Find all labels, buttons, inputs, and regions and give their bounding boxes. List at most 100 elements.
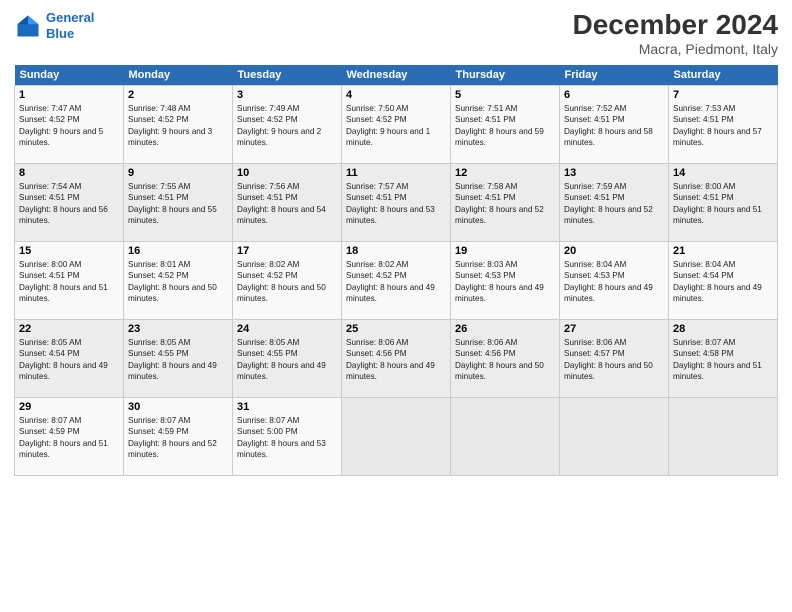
day-number: 26 [455, 323, 555, 335]
col-saturday: Saturday [669, 65, 778, 86]
day-info: Sunrise: 8:07 AMSunset: 5:00 PMDaylight:… [237, 416, 326, 459]
table-row: 22 Sunrise: 8:05 AMSunset: 4:54 PMDaylig… [15, 319, 124, 397]
table-row: 16 Sunrise: 8:01 AMSunset: 4:52 PMDaylig… [124, 241, 233, 319]
calendar-body: 1 Sunrise: 7:47 AMSunset: 4:52 PMDayligh… [15, 85, 778, 475]
day-number: 1 [19, 89, 119, 101]
day-number: 6 [564, 89, 664, 101]
day-number: 31 [237, 401, 337, 413]
day-number: 13 [564, 167, 664, 179]
col-wednesday: Wednesday [342, 65, 451, 86]
day-info: Sunrise: 8:02 AMSunset: 4:52 PMDaylight:… [237, 260, 326, 303]
table-row: 23 Sunrise: 8:05 AMSunset: 4:55 PMDaylig… [124, 319, 233, 397]
table-row: 9 Sunrise: 7:55 AMSunset: 4:51 PMDayligh… [124, 163, 233, 241]
calendar-week-row: 1 Sunrise: 7:47 AMSunset: 4:52 PMDayligh… [15, 85, 778, 163]
day-info: Sunrise: 7:51 AMSunset: 4:51 PMDaylight:… [455, 104, 544, 147]
day-number: 22 [19, 323, 119, 335]
table-row: 30 Sunrise: 8:07 AMSunset: 4:59 PMDaylig… [124, 397, 233, 475]
day-number: 17 [237, 245, 337, 257]
day-info: Sunrise: 8:06 AMSunset: 4:56 PMDaylight:… [455, 338, 544, 381]
day-info: Sunrise: 8:07 AMSunset: 4:59 PMDaylight:… [19, 416, 108, 459]
table-row: 5 Sunrise: 7:51 AMSunset: 4:51 PMDayligh… [451, 85, 560, 163]
table-row: 4 Sunrise: 7:50 AMSunset: 4:52 PMDayligh… [342, 85, 451, 163]
title-block: December 2024 Macra, Piedmont, Italy [573, 10, 778, 57]
day-info: Sunrise: 8:01 AMSunset: 4:52 PMDaylight:… [128, 260, 217, 303]
table-row [342, 397, 451, 475]
page-container: General Blue December 2024 Macra, Piedmo… [0, 0, 792, 482]
logo-general: General [46, 10, 94, 25]
table-row: 24 Sunrise: 8:05 AMSunset: 4:55 PMDaylig… [233, 319, 342, 397]
table-row: 27 Sunrise: 8:06 AMSunset: 4:57 PMDaylig… [560, 319, 669, 397]
day-info: Sunrise: 8:04 AMSunset: 4:54 PMDaylight:… [673, 260, 762, 303]
day-number: 16 [128, 245, 228, 257]
day-info: Sunrise: 7:55 AMSunset: 4:51 PMDaylight:… [128, 182, 217, 225]
day-info: Sunrise: 8:03 AMSunset: 4:53 PMDaylight:… [455, 260, 544, 303]
day-number: 27 [564, 323, 664, 335]
table-row: 25 Sunrise: 8:06 AMSunset: 4:56 PMDaylig… [342, 319, 451, 397]
day-info: Sunrise: 8:00 AMSunset: 4:51 PMDaylight:… [673, 182, 762, 225]
day-number: 9 [128, 167, 228, 179]
table-row: 15 Sunrise: 8:00 AMSunset: 4:51 PMDaylig… [15, 241, 124, 319]
day-info: Sunrise: 7:54 AMSunset: 4:51 PMDaylight:… [19, 182, 108, 225]
col-sunday: Sunday [15, 65, 124, 86]
day-info: Sunrise: 7:53 AMSunset: 4:51 PMDaylight:… [673, 104, 762, 147]
logo-text: General Blue [46, 10, 94, 41]
day-info: Sunrise: 8:05 AMSunset: 4:55 PMDaylight:… [237, 338, 326, 381]
day-info: Sunrise: 8:07 AMSunset: 4:59 PMDaylight:… [128, 416, 217, 459]
day-info: Sunrise: 7:52 AMSunset: 4:51 PMDaylight:… [564, 104, 653, 147]
table-row: 14 Sunrise: 8:00 AMSunset: 4:51 PMDaylig… [669, 163, 778, 241]
day-number: 8 [19, 167, 119, 179]
day-number: 2 [128, 89, 228, 101]
day-info: Sunrise: 7:49 AMSunset: 4:52 PMDaylight:… [237, 104, 321, 147]
col-thursday: Thursday [451, 65, 560, 86]
table-row: 31 Sunrise: 8:07 AMSunset: 5:00 PMDaylig… [233, 397, 342, 475]
day-info: Sunrise: 7:58 AMSunset: 4:51 PMDaylight:… [455, 182, 544, 225]
table-row: 1 Sunrise: 7:47 AMSunset: 4:52 PMDayligh… [15, 85, 124, 163]
day-info: Sunrise: 8:06 AMSunset: 4:56 PMDaylight:… [346, 338, 435, 381]
day-number: 29 [19, 401, 119, 413]
table-row: 7 Sunrise: 7:53 AMSunset: 4:51 PMDayligh… [669, 85, 778, 163]
day-number: 15 [19, 245, 119, 257]
col-monday: Monday [124, 65, 233, 86]
table-row: 11 Sunrise: 7:57 AMSunset: 4:51 PMDaylig… [342, 163, 451, 241]
day-info: Sunrise: 7:47 AMSunset: 4:52 PMDaylight:… [19, 104, 103, 147]
day-number: 19 [455, 245, 555, 257]
day-number: 28 [673, 323, 773, 335]
header: General Blue December 2024 Macra, Piedmo… [14, 10, 778, 57]
table-row: 8 Sunrise: 7:54 AMSunset: 4:51 PMDayligh… [15, 163, 124, 241]
day-number: 23 [128, 323, 228, 335]
table-row: 10 Sunrise: 7:56 AMSunset: 4:51 PMDaylig… [233, 163, 342, 241]
table-row: 21 Sunrise: 8:04 AMSunset: 4:54 PMDaylig… [669, 241, 778, 319]
table-row: 26 Sunrise: 8:06 AMSunset: 4:56 PMDaylig… [451, 319, 560, 397]
day-info: Sunrise: 8:04 AMSunset: 4:53 PMDaylight:… [564, 260, 653, 303]
table-row: 18 Sunrise: 8:02 AMSunset: 4:52 PMDaylig… [342, 241, 451, 319]
day-number: 12 [455, 167, 555, 179]
day-number: 21 [673, 245, 773, 257]
table-row: 2 Sunrise: 7:48 AMSunset: 4:52 PMDayligh… [124, 85, 233, 163]
table-row: 12 Sunrise: 7:58 AMSunset: 4:51 PMDaylig… [451, 163, 560, 241]
day-number: 4 [346, 89, 446, 101]
logo-blue: Blue [46, 26, 74, 41]
day-number: 24 [237, 323, 337, 335]
day-info: Sunrise: 7:59 AMSunset: 4:51 PMDaylight:… [564, 182, 653, 225]
day-number: 5 [455, 89, 555, 101]
table-row [451, 397, 560, 475]
table-row: 17 Sunrise: 8:02 AMSunset: 4:52 PMDaylig… [233, 241, 342, 319]
day-number: 7 [673, 89, 773, 101]
calendar-week-row: 22 Sunrise: 8:05 AMSunset: 4:54 PMDaylig… [15, 319, 778, 397]
table-row: 19 Sunrise: 8:03 AMSunset: 4:53 PMDaylig… [451, 241, 560, 319]
day-info: Sunrise: 7:48 AMSunset: 4:52 PMDaylight:… [128, 104, 212, 147]
day-number: 20 [564, 245, 664, 257]
location-subtitle: Macra, Piedmont, Italy [573, 41, 778, 57]
col-tuesday: Tuesday [233, 65, 342, 86]
table-row [669, 397, 778, 475]
day-info: Sunrise: 8:00 AMSunset: 4:51 PMDaylight:… [19, 260, 108, 303]
day-info: Sunrise: 8:05 AMSunset: 4:55 PMDaylight:… [128, 338, 217, 381]
month-title: December 2024 [573, 10, 778, 41]
day-info: Sunrise: 7:56 AMSunset: 4:51 PMDaylight:… [237, 182, 326, 225]
day-info: Sunrise: 8:06 AMSunset: 4:57 PMDaylight:… [564, 338, 653, 381]
day-number: 14 [673, 167, 773, 179]
table-row: 6 Sunrise: 7:52 AMSunset: 4:51 PMDayligh… [560, 85, 669, 163]
logo-icon [14, 12, 42, 40]
table-row: 28 Sunrise: 8:07 AMSunset: 4:58 PMDaylig… [669, 319, 778, 397]
day-info: Sunrise: 8:05 AMSunset: 4:54 PMDaylight:… [19, 338, 108, 381]
